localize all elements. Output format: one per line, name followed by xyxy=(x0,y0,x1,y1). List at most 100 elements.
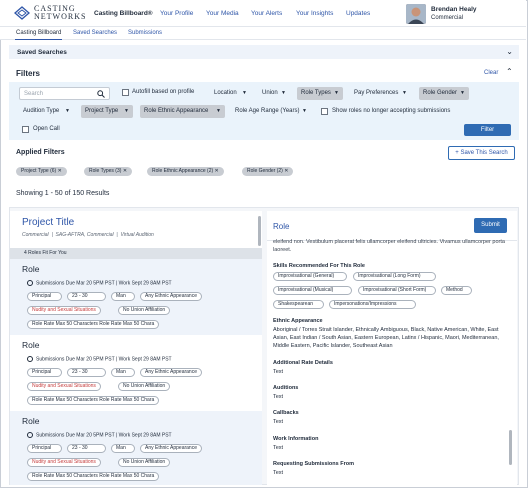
audition-type-label: Audition Type xyxy=(23,108,60,114)
tag-age: 23 - 30 xyxy=(67,292,106,301)
avatar[interactable] xyxy=(406,4,426,24)
ethnic-appearance-select[interactable]: Role Ethnic Appearance ▼ xyxy=(140,105,225,118)
applied-chip-role-gender[interactable]: Role Gender (2) ✕ xyxy=(242,167,294,176)
search-input[interactable]: Search xyxy=(19,87,110,100)
tag-age: 23 - 30 xyxy=(67,444,106,453)
close-icon[interactable]: ✕ xyxy=(123,168,127,174)
detail-scrollbar[interactable] xyxy=(509,430,512,465)
rate-details-heading: Additional Rate Details xyxy=(273,360,333,366)
nav-your-alerts[interactable]: Your Alerts xyxy=(251,10,282,17)
chip-label: Role Ethnic Appearance (2) xyxy=(152,168,214,174)
project-type-label: Project Type xyxy=(85,108,119,114)
tag-rate: Role Rate Max 50 Characters Role Rate Ma… xyxy=(27,320,160,329)
nav-updates[interactable]: Updates xyxy=(346,10,370,17)
tag-ethnic: Any Ethnic Appearance xyxy=(140,368,202,377)
project-list-panel: Project Title Commercial | SAG-AFTRA, Co… xyxy=(10,211,262,485)
skill-pill: Impersonations/Impressions xyxy=(329,300,416,309)
location-label: Location xyxy=(214,90,237,96)
role-types-select[interactable]: Role Types ▼ xyxy=(297,87,343,100)
role-submission-info: Submissions Due Mar 20 5PM PST | Work Se… xyxy=(27,356,172,362)
tag-nudity: Nudity and Sexual Situations xyxy=(27,306,101,315)
ethnic-heading: Ethnic Appearance xyxy=(273,318,323,324)
logo-text: CASTING NETWORKS xyxy=(34,5,86,21)
results-count: Showing 1 - 50 of 150 Results xyxy=(16,190,110,197)
close-icon[interactable]: ✕ xyxy=(284,168,288,174)
nav-your-media[interactable]: Your Media xyxy=(206,10,239,17)
clear-filters-link[interactable]: Clear xyxy=(484,70,498,76)
age-range-label: Role Age Range (Years) xyxy=(235,108,300,114)
project-meta-type: Commercial xyxy=(22,232,49,238)
chevron-up-icon[interactable]: ⌃ xyxy=(506,67,513,76)
caret-down-icon: ▼ xyxy=(65,108,70,114)
union-label: Union xyxy=(262,90,278,96)
role-submission-text: Submissions Due Mar 20 5PM PST | Work Se… xyxy=(36,432,172,439)
role-types-label: Role Types xyxy=(301,90,331,96)
top-bar: CASTING NETWORKS Casting Billboard® Your… xyxy=(0,0,526,27)
autofill-checkbox[interactable] xyxy=(122,89,129,96)
submit-button[interactable]: Submit xyxy=(474,218,507,233)
project-meta: Commercial | SAG-AFTRA, Commercial | Vir… xyxy=(22,232,154,238)
clock-icon xyxy=(27,280,33,286)
tag-rate: Role Rate Max 50 Characters Role Rate Ma… xyxy=(27,472,160,481)
tag-union: No Union Affiliation xyxy=(118,382,171,391)
caret-down-icon: ▼ xyxy=(242,90,247,96)
tag-ethnic: Any Ethnic Appearance xyxy=(140,444,202,453)
avatar-image xyxy=(406,4,426,24)
list-scrollbar[interactable] xyxy=(258,216,261,246)
saved-searches-title: Saved Searches xyxy=(17,49,67,56)
logo[interactable]: CASTING NETWORKS xyxy=(14,5,86,21)
chip-label: Role Types (3) xyxy=(89,168,122,174)
project-title[interactable]: Project Title xyxy=(22,217,74,228)
role-gender-label: Role Gender xyxy=(423,90,458,96)
tag-ethnic: Any Ethnic Appearance xyxy=(140,292,202,301)
saved-searches-bar[interactable]: Saved Searches ⌄ xyxy=(9,45,519,59)
callbacks-heading: Callbacks xyxy=(273,410,299,416)
audition-type-select[interactable]: Audition Type ▼ xyxy=(19,105,74,118)
location-select[interactable]: Location ▼ xyxy=(210,87,251,100)
pay-preferences-select[interactable]: Pay Preferences ▼ xyxy=(350,87,411,100)
applied-chip-role-types[interactable]: Role Types (3) ✕ xyxy=(84,167,133,176)
tag-principal: Principal xyxy=(27,444,62,453)
logo-icon xyxy=(14,6,30,20)
applied-chip-ethnic-appearance[interactable]: Role Ethnic Appearance (2) ✕ xyxy=(147,167,224,176)
ethnic-appearance-label: Role Ethnic Appearance xyxy=(144,108,209,114)
filter-button[interactable]: Filter xyxy=(464,124,511,136)
brand-title[interactable]: Casting Billboard® xyxy=(94,10,153,17)
open-call-checkbox[interactable] xyxy=(22,126,29,133)
role-card[interactable]: Role Submissions Due Mar 20 5PM PST | Wo… xyxy=(10,259,262,335)
role-description: eleifend non. Vestibulum placerat felis … xyxy=(273,239,505,253)
union-select[interactable]: Union ▼ xyxy=(258,87,290,100)
tab-casting-billboard[interactable]: Casting Billboard xyxy=(16,30,61,36)
close-icon[interactable]: ✕ xyxy=(58,168,62,174)
skill-pill: Method xyxy=(441,286,472,295)
project-meta-audition: Virtual Audition xyxy=(120,232,154,238)
skills-heading: Skills Recommended For This Role xyxy=(273,263,365,269)
role-gender-select[interactable]: Role Gender ▼ xyxy=(419,87,469,100)
applied-chip-project-type[interactable]: Project Type (6) ✕ xyxy=(16,167,67,176)
close-icon[interactable]: ✕ xyxy=(215,168,219,174)
age-range-select[interactable]: Role Age Range (Years) ▼ xyxy=(231,105,311,118)
roles-fit-bar: 4 Roles Fit For You xyxy=(10,248,262,259)
save-search-button[interactable]: + Save This Search xyxy=(448,146,515,160)
caret-down-icon: ▼ xyxy=(402,90,407,96)
work-info-text: Text xyxy=(273,445,284,451)
chevron-down-icon[interactable]: ⌄ xyxy=(506,47,513,56)
autofill-label: Autofill based on profile xyxy=(132,89,195,95)
nav-your-insights[interactable]: Your Insights xyxy=(296,10,333,17)
role-title: Role xyxy=(22,264,40,274)
role-detail-header: Role Submit xyxy=(267,211,517,241)
role-card[interactable]: Role Submissions Due Mar 20 5PM PST | Wo… xyxy=(10,335,262,411)
no-longer-accepting-checkbox[interactable] xyxy=(321,108,328,115)
skill-pill: Shakespearean xyxy=(273,300,324,309)
project-type-select[interactable]: Project Type ▼ xyxy=(81,105,133,118)
role-card[interactable]: Role Submissions Due Mar 20 5PM PST | Wo… xyxy=(10,411,262,485)
skill-pill: Improvisational (Long Form) xyxy=(353,272,436,281)
requesting-submissions-text: Text xyxy=(273,470,284,476)
tab-submissions[interactable]: Submissions xyxy=(128,30,162,36)
nav-your-profile[interactable]: Your Profile xyxy=(160,10,193,17)
clock-icon xyxy=(27,432,33,438)
work-info-heading: Work Information xyxy=(273,436,319,442)
tab-saved-searches[interactable]: Saved Searches xyxy=(73,30,117,36)
caret-down-icon: ▼ xyxy=(460,90,465,96)
clock-icon xyxy=(27,356,33,362)
